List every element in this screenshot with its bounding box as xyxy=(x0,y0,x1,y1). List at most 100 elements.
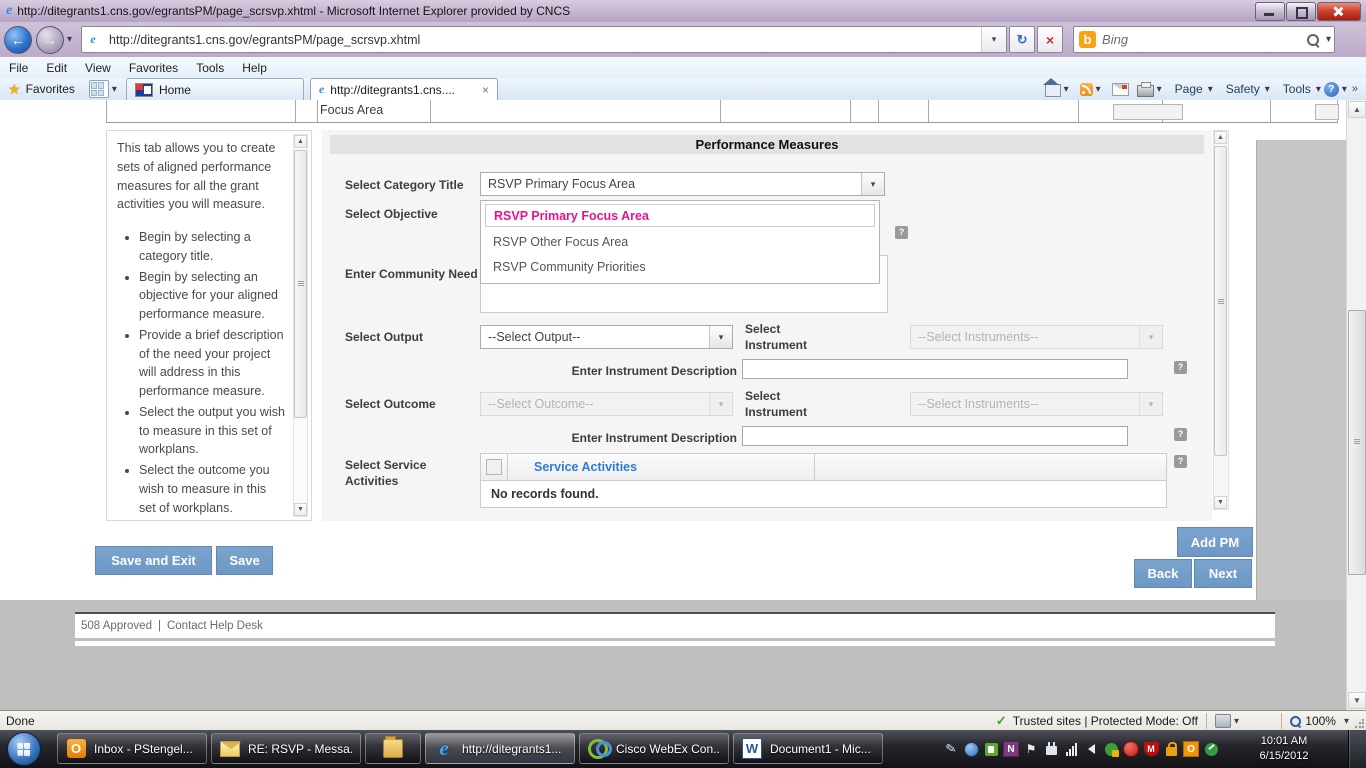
menu-file[interactable]: File xyxy=(0,61,37,75)
tools-dropdown-icon[interactable]: ▾ xyxy=(1316,84,1321,95)
output-select[interactable]: --Select Output-- ▾ xyxy=(480,325,733,349)
chevron-down-icon[interactable]: ▾ xyxy=(861,173,884,195)
url-field[interactable]: e http://ditegrants1.cns.gov/egrantsPM/p… xyxy=(81,26,1008,53)
sidebar-scrollbar[interactable]: ▲ ▼ xyxy=(293,134,308,517)
back-nav-button[interactable]: ← xyxy=(4,25,32,54)
form-scrollbar[interactable]: ▲ ▼ xyxy=(1213,130,1229,510)
home-dropdown-icon[interactable]: ▾ xyxy=(1064,84,1069,95)
scroll-up-icon[interactable]: ▲ xyxy=(1348,101,1366,118)
chevron-down-icon[interactable]: ▾ xyxy=(709,326,732,348)
protected-mode-dropdown-icon[interactable]: ▾ xyxy=(1234,716,1239,727)
mcafee-shield-icon[interactable]: M xyxy=(1143,742,1159,756)
antivirus-icon[interactable] xyxy=(1123,741,1139,757)
start-button[interactable] xyxy=(7,732,41,766)
pen-input-icon[interactable]: ✎ xyxy=(942,740,961,759)
zoom-dropdown-icon[interactable]: ▾ xyxy=(1344,716,1349,727)
scroll-down-icon[interactable]: ▼ xyxy=(294,503,307,516)
scroll-down-icon[interactable]: ▼ xyxy=(1214,496,1227,509)
dropdown-option[interactable]: RSVP Other Focus Area xyxy=(493,235,628,249)
scroll-up-icon[interactable]: ▲ xyxy=(294,135,307,148)
taskbar-button-word[interactable]: W Document1 - Mic... xyxy=(733,733,883,764)
service-activities-column-header[interactable]: Service Activities xyxy=(508,460,814,474)
approved-link[interactable]: 508 Approved xyxy=(81,620,152,632)
menu-favorites[interactable]: Favorites xyxy=(120,61,187,75)
stop-button[interactable]: × xyxy=(1037,26,1064,53)
save-and-exit-button[interactable]: Save and Exit xyxy=(95,546,212,575)
url-dropdown-icon[interactable]: ▾ xyxy=(981,27,1007,52)
tab-home[interactable]: Home xyxy=(125,78,304,100)
power-plug-icon[interactable] xyxy=(1045,742,1057,755)
search-options-dropdown-icon[interactable]: ▾ xyxy=(1326,34,1331,45)
forward-nav-button[interactable]: → xyxy=(36,25,64,54)
menu-view[interactable]: View xyxy=(76,61,120,75)
minimize-button[interactable] xyxy=(1255,2,1285,21)
recent-pages-dropdown-icon[interactable]: ▾ xyxy=(67,34,72,45)
secure-agent-icon[interactable] xyxy=(1104,742,1119,757)
read-mail-icon[interactable] xyxy=(1111,82,1129,96)
refresh-button[interactable]: ↻ xyxy=(1009,26,1036,53)
dropdown-option-selected[interactable]: RSVP Primary Focus Area xyxy=(485,204,875,227)
menu-help[interactable]: Help xyxy=(233,61,276,75)
show-desktop-button[interactable] xyxy=(1348,730,1366,768)
tab-current-page[interactable]: e http://ditegrants1.cns.... × xyxy=(309,78,498,100)
help-icon[interactable]: ? xyxy=(895,226,908,239)
help-icon[interactable]: ? xyxy=(1174,361,1187,374)
favorites-button[interactable]: Favorites xyxy=(26,82,75,96)
sidebar-scrollbar-thumb[interactable] xyxy=(294,150,307,418)
next-button[interactable]: Next xyxy=(1194,559,1252,588)
category-title-select[interactable]: RSVP Primary Focus Area ▾ xyxy=(480,172,885,196)
office-upload-icon[interactable]: O xyxy=(1183,741,1199,757)
safety-dropdown-icon[interactable]: ▾ xyxy=(1265,84,1270,95)
taskbar-button-outlook[interactable]: O Inbox - PStengel... xyxy=(57,733,207,764)
print-icon[interactable] xyxy=(1136,81,1154,97)
network-signal-icon[interactable] xyxy=(1065,742,1077,756)
form-scrollbar-thumb[interactable] xyxy=(1214,146,1227,456)
page-scrollbar[interactable]: ▲ ▼ xyxy=(1346,100,1366,710)
onenote-icon[interactable]: N xyxy=(1003,741,1019,757)
rss-dropdown-icon[interactable]: ▾ xyxy=(1096,84,1101,95)
protected-mode-icon[interactable] xyxy=(1214,714,1231,728)
dropdown-option[interactable]: RSVP Community Priorities xyxy=(493,260,646,274)
taskbar-button-ie[interactable]: e http://ditegrants1... xyxy=(425,733,575,764)
padlock-icon[interactable] xyxy=(1165,741,1177,756)
search-icon[interactable] xyxy=(1307,33,1319,46)
page-dropdown-icon[interactable]: ▾ xyxy=(1208,84,1213,95)
url-text[interactable]: http://ditegrants1.cns.gov/egrantsPM/pag… xyxy=(109,33,981,47)
select-all-checkbox[interactable] xyxy=(486,459,502,475)
quick-tabs-icon[interactable] xyxy=(88,80,109,98)
search-placeholder[interactable]: Bing xyxy=(1102,32,1307,47)
help-dropdown-icon[interactable]: ▾ xyxy=(1342,84,1347,95)
back-button[interactable]: Back xyxy=(1134,559,1192,588)
volume-icon[interactable] xyxy=(1087,744,1095,754)
taskbar-button-webex[interactable]: Cisco WebEx Con... xyxy=(579,733,729,764)
page-scrollbar-thumb[interactable] xyxy=(1348,310,1366,575)
add-pm-button[interactable]: Add PM xyxy=(1177,527,1253,557)
communicator-icon[interactable] xyxy=(963,741,979,757)
instrument-description-input[interactable] xyxy=(742,359,1128,379)
contact-help-desk-link[interactable]: Contact Help Desk xyxy=(167,620,263,632)
home-icon[interactable] xyxy=(1042,78,1061,97)
action-center-flag-icon[interactable]: ⚑ xyxy=(1023,741,1039,757)
safety-menu-button[interactable]: Safety xyxy=(1226,82,1260,96)
print-dropdown-icon[interactable]: ▾ xyxy=(1157,84,1162,95)
zoom-level[interactable]: 100% xyxy=(1305,714,1336,728)
close-button[interactable] xyxy=(1317,2,1361,21)
help-menu-icon[interactable]: ? xyxy=(1323,81,1339,97)
tools-menu-button[interactable]: Tools xyxy=(1283,82,1311,96)
tab-close-icon[interactable]: × xyxy=(482,83,489,97)
maximize-button[interactable] xyxy=(1286,2,1316,21)
rss-feed-icon[interactable] xyxy=(1079,82,1093,96)
scroll-down-icon[interactable]: ▼ xyxy=(1348,692,1366,709)
quill-app-icon[interactable] xyxy=(1204,742,1218,756)
quick-tabs-dropdown-icon[interactable]: ▾ xyxy=(112,84,117,95)
help-icon[interactable]: ? xyxy=(1174,455,1187,468)
page-menu-button[interactable]: Page xyxy=(1175,82,1203,96)
save-button[interactable]: Save xyxy=(216,546,273,575)
chevron-more-icon[interactable]: » xyxy=(1352,83,1358,95)
zoom-control[interactable]: 100% ▾ xyxy=(1273,711,1366,731)
scroll-up-icon[interactable]: ▲ xyxy=(1214,131,1227,144)
endpoint-security-icon[interactable] xyxy=(984,742,998,756)
taskbar-button-email-message[interactable]: RE: RSVP - Messa... xyxy=(211,733,361,764)
menu-edit[interactable]: Edit xyxy=(37,61,76,75)
help-icon[interactable]: ? xyxy=(1174,428,1187,441)
